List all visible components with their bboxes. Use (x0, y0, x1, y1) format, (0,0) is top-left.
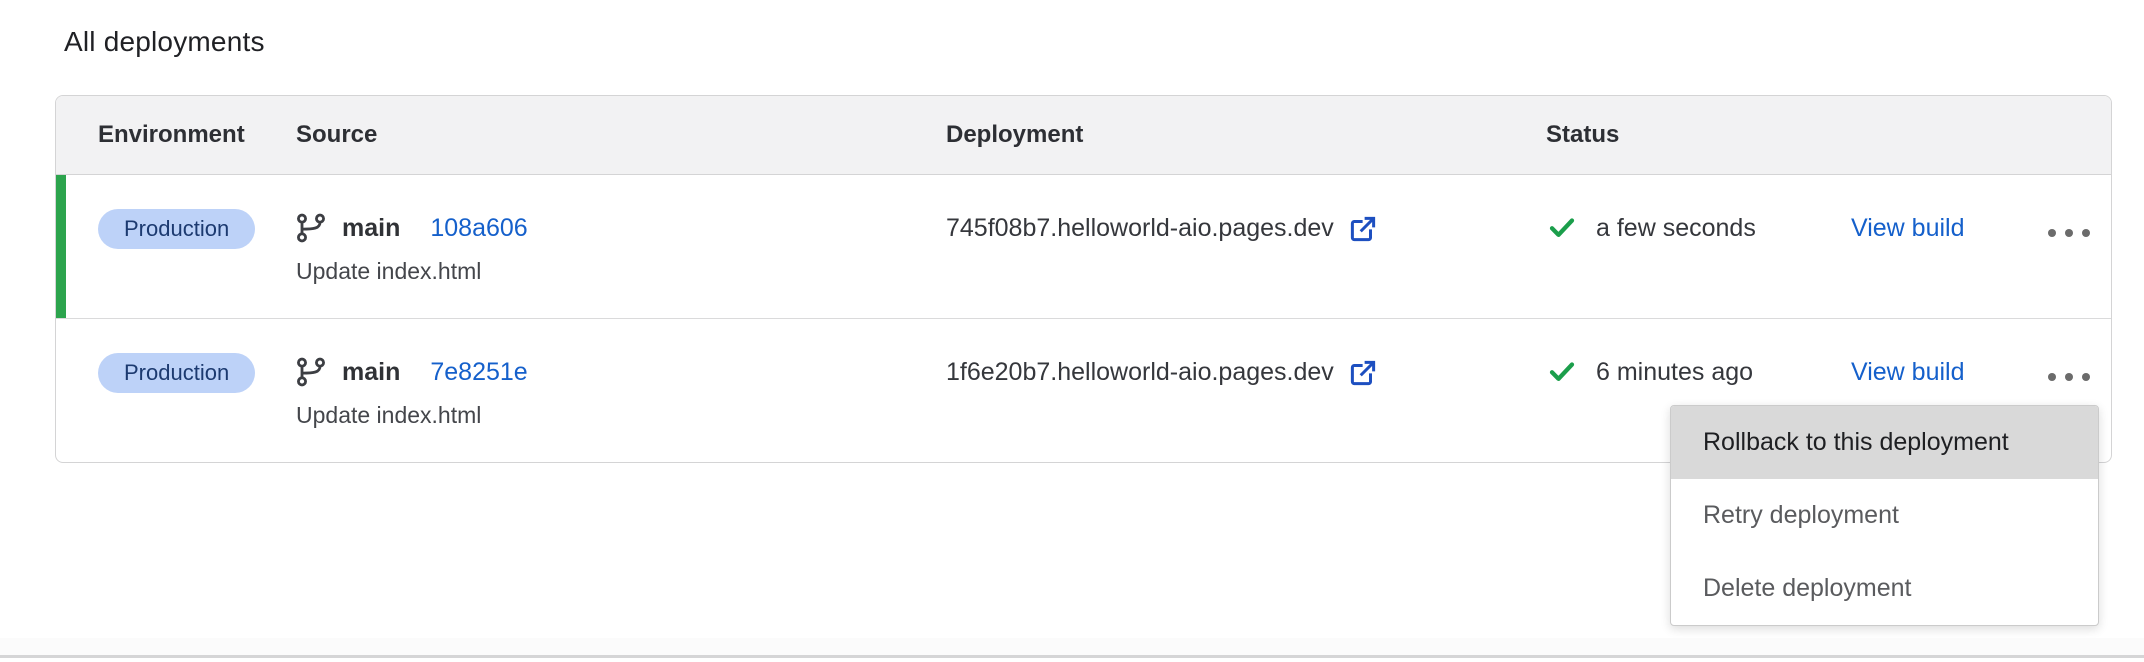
page-title: All deployments (64, 26, 265, 58)
column-header-status: Status (1546, 121, 1851, 149)
check-icon (1546, 213, 1578, 243)
environment-badge: Production (98, 353, 255, 393)
deployment-url: 745f08b7.helloworld-aio.pages.dev (946, 213, 1334, 243)
commit-hash-link[interactable]: 7e8251e (430, 358, 527, 387)
column-header-environment: Environment (56, 121, 296, 149)
branch-name: main (342, 358, 400, 387)
environment-badge: Production (98, 209, 255, 249)
commit-message: Update index.html (296, 257, 946, 285)
status-text: 6 minutes ago (1596, 357, 1753, 387)
column-header-source: Source (296, 121, 946, 149)
commit-message: Update index.html (296, 401, 946, 429)
table-header: Environment Source Deployment Status (56, 96, 2111, 175)
view-build-link[interactable]: View build (1851, 358, 1965, 386)
git-branch-icon (296, 357, 326, 387)
ellipsis-menu-button[interactable] (2046, 369, 2092, 385)
deployment-url: 1f6e20b7.helloworld-aio.pages.dev (946, 357, 1334, 387)
menu-item-rollback[interactable]: Rollback to this deployment (1671, 406, 2098, 479)
commit-hash-link[interactable]: 108a606 (430, 214, 527, 243)
table-row: Production main 108a606 Update index.htm… (56, 175, 2111, 318)
view-build-link[interactable]: View build (1851, 214, 1965, 242)
page-bottom-divider (0, 638, 2144, 658)
current-deployment-indicator (56, 175, 66, 318)
ellipsis-icon (2048, 229, 2056, 237)
status-text: a few seconds (1596, 213, 1756, 243)
git-branch-icon (296, 213, 326, 243)
external-link-icon[interactable] (1348, 358, 1378, 388)
ellipsis-icon (2048, 373, 2056, 381)
menu-item-retry[interactable]: Retry deployment (1671, 479, 2098, 552)
deployment-context-menu: Rollback to this deployment Retry deploy… (1670, 405, 2099, 626)
ellipsis-menu-button[interactable] (2046, 225, 2092, 241)
branch-name: main (342, 214, 400, 243)
check-icon (1546, 357, 1578, 387)
column-header-deployment: Deployment (946, 121, 1546, 149)
menu-item-delete[interactable]: Delete deployment (1671, 552, 2098, 625)
external-link-icon[interactable] (1348, 214, 1378, 244)
